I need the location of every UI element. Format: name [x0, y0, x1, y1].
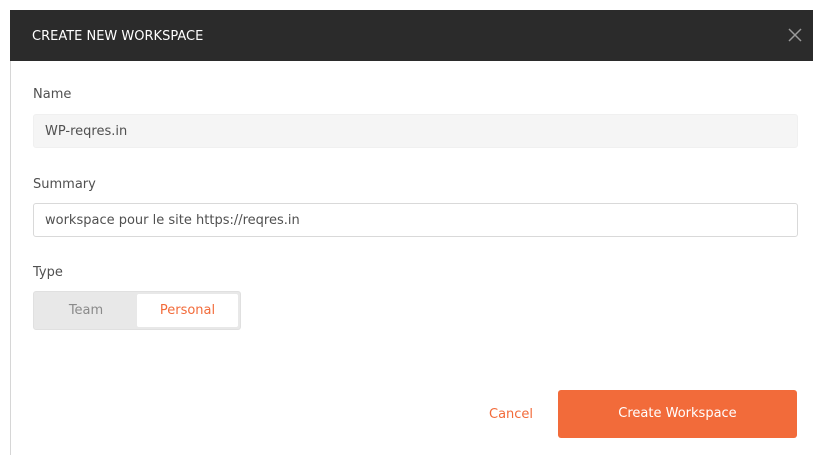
close-icon[interactable]	[787, 27, 803, 43]
name-label: Name	[33, 87, 72, 102]
type-toggle: Team Personal	[33, 291, 241, 330]
type-label: Type	[33, 265, 63, 280]
dialog-body: Name Summary Type Team Personal Cancel C…	[10, 61, 813, 455]
create-workspace-dialog: CREATE NEW WORKSPACE Name Summary Type T…	[0, 0, 813, 455]
summary-input[interactable]	[33, 203, 798, 237]
type-option-team[interactable]: Team	[36, 294, 136, 327]
dialog-header: CREATE NEW WORKSPACE	[10, 10, 813, 61]
summary-label: Summary	[33, 177, 96, 192]
dialog-title: CREATE NEW WORKSPACE	[32, 29, 204, 44]
type-option-personal[interactable]: Personal	[137, 294, 238, 327]
create-workspace-button[interactable]: Create Workspace	[558, 390, 797, 438]
cancel-button[interactable]: Cancel	[489, 407, 533, 423]
name-input[interactable]	[33, 114, 798, 148]
